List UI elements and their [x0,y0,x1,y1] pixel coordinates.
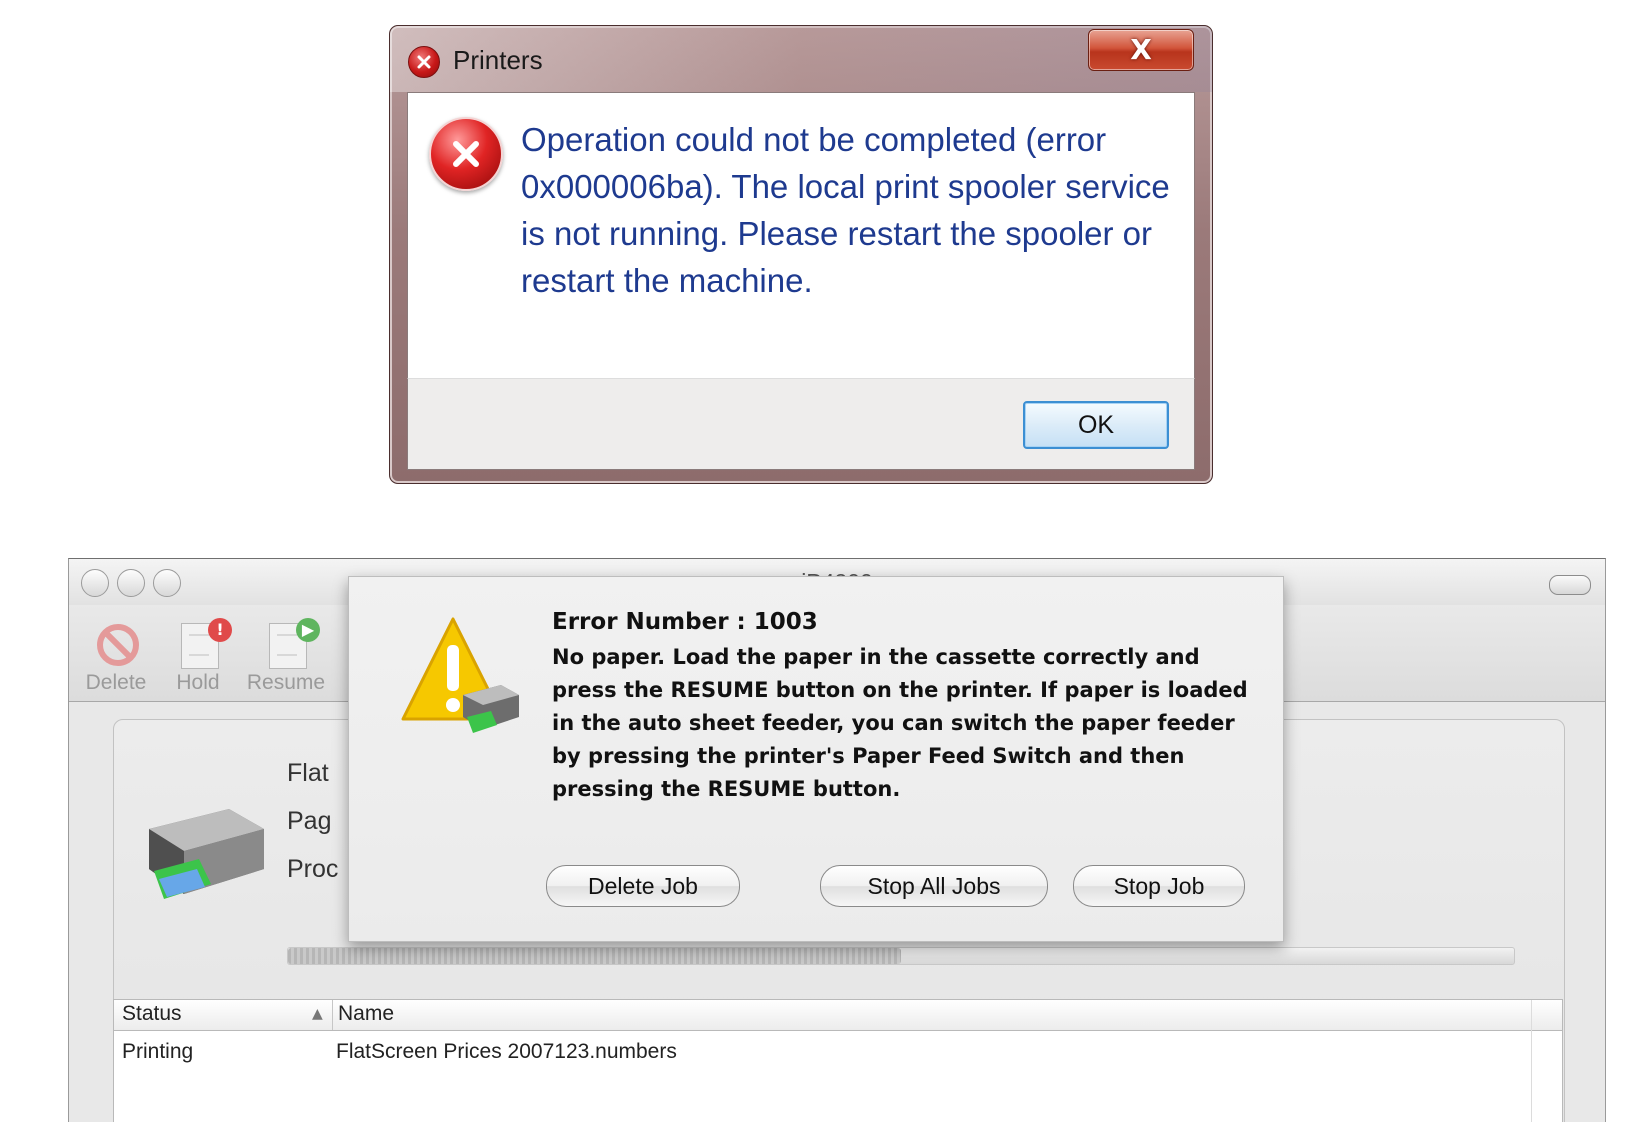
close-button[interactable]: X [1088,29,1194,71]
printer-queue-window: iP4200 Delete ! Hold ▶ Resume [68,558,1606,1122]
job-progress-fill [288,948,901,964]
dialog-footer: OK [407,378,1195,470]
table-scrollbar[interactable] [1531,1000,1532,1122]
alert-message: No paper. Load the paper in the cassette… [552,645,1248,801]
error-circle-icon [408,46,440,78]
ok-button[interactable]: OK [1023,401,1169,449]
job-name: Flat [287,759,329,787]
delete-icon [97,624,139,666]
delete-job-button[interactable]: Delete Job [546,865,740,907]
delete-button[interactable]: Delete [71,617,161,697]
delete-label: Delete [85,671,147,694]
printer-icon [149,809,264,899]
job-status: Proc [287,855,339,883]
warning-printer-icon [401,617,519,733]
windows-error-dialog: Printers X Operation could not be comple… [389,25,1213,484]
toolbar-toggle-button[interactable] [1549,575,1591,595]
sort-ascending-icon: ▲ [312,1006,323,1022]
table-header: Status ▲ Name [114,1000,1562,1031]
column-header-name[interactable]: Name [338,1002,394,1026]
stop-job-button[interactable]: Stop Job [1073,865,1245,907]
job-pages: Pag [287,807,332,835]
resume-label: Resume [246,671,326,694]
printer-error-alert: Error Number : 1003 No paper. Load the p… [348,576,1284,942]
resume-button[interactable]: ▶ Resume [241,617,331,697]
column-header-status[interactable]: Status [122,1002,182,1026]
row-name: FlatScreen Prices 2007123.numbers [336,1040,677,1063]
column-divider[interactable] [332,1000,333,1030]
close-icon: X [1130,33,1152,66]
stop-all-jobs-button[interactable]: Stop All Jobs [820,865,1048,907]
error-circle-icon [429,117,503,191]
row-status: Printing [122,1040,194,1063]
alert-title: Error Number : 1003 [552,609,818,635]
dialog-content: Operation could not be completed (error … [407,92,1195,378]
hold-job-icon: ! [181,618,232,669]
hold-label: Hold [176,671,220,694]
job-table: Status ▲ Name Printing FlatScreen Prices… [113,999,1563,1122]
resume-job-icon: ▶ [269,618,320,669]
error-message: Operation could not be completed (error … [521,121,1170,299]
dialog-title: Printers [453,45,543,75]
hold-button[interactable]: ! Hold [153,617,243,697]
dialog-titlebar[interactable]: Printers X [390,26,1212,92]
job-progress-bar [287,947,1515,965]
